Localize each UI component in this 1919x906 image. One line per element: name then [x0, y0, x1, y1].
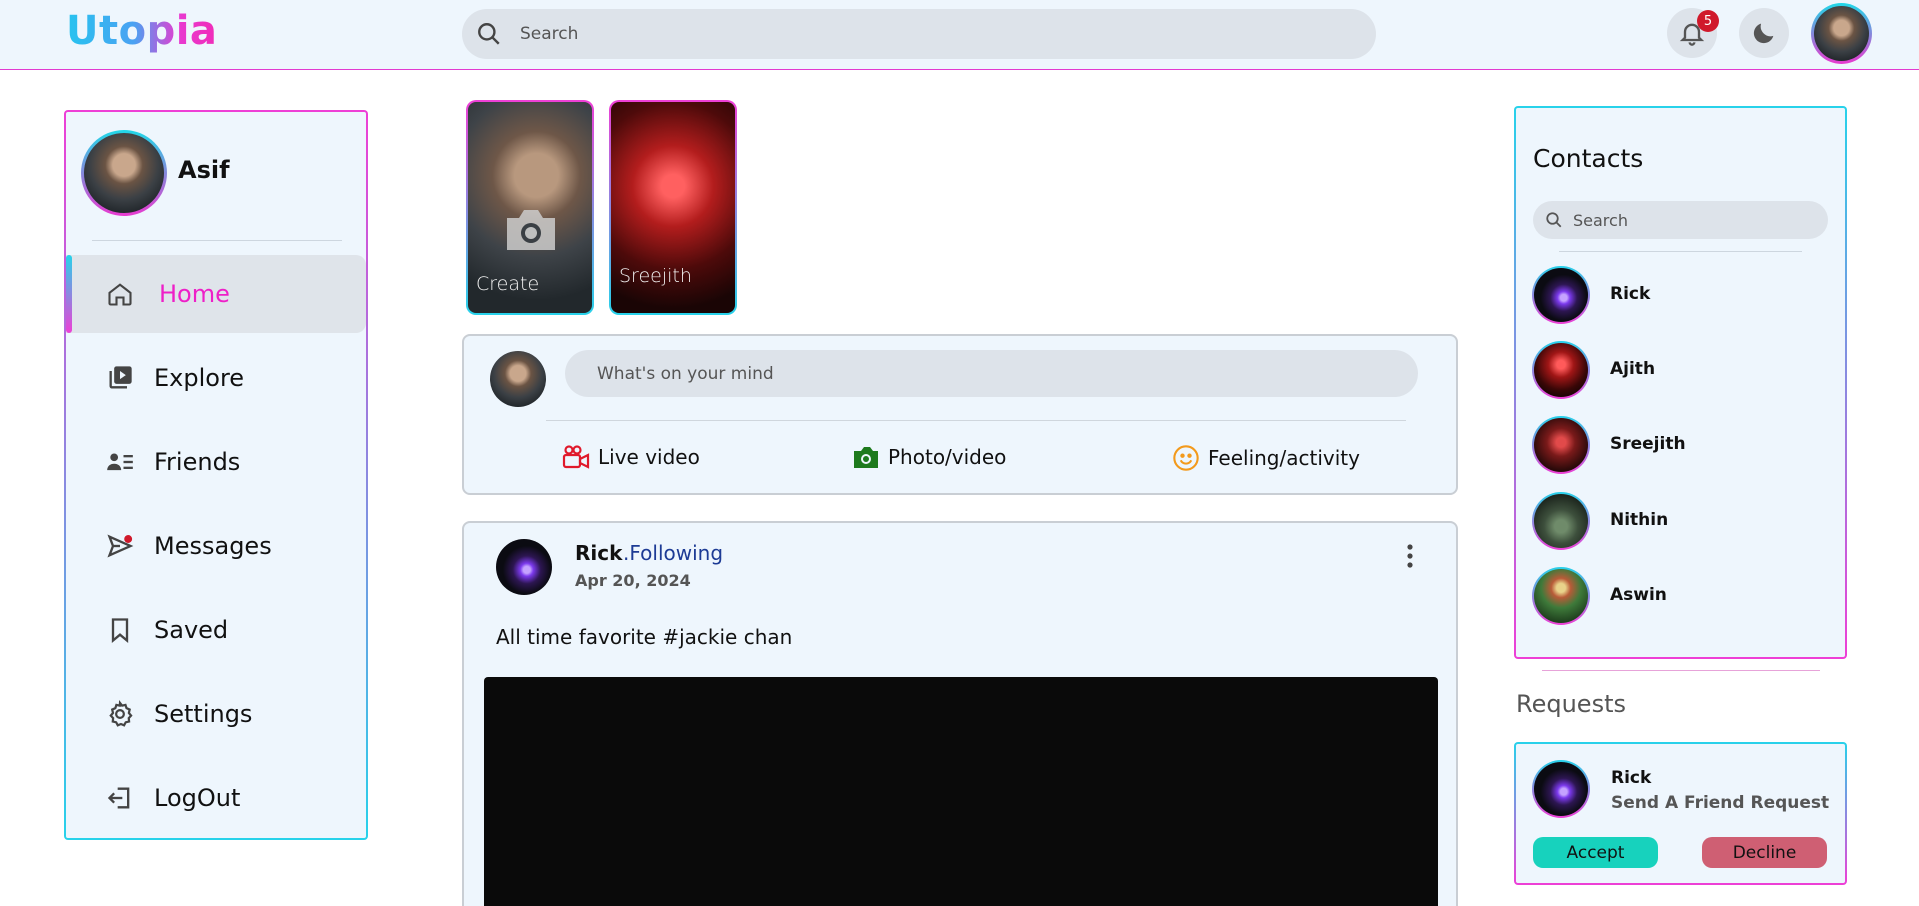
smile-icon	[1173, 445, 1199, 471]
sidebar-item-label: LogOut	[154, 784, 241, 812]
header-avatar[interactable]	[1811, 3, 1872, 64]
moon-icon	[1753, 23, 1774, 44]
top-search-bar[interactable]	[462, 9, 1376, 59]
sidebar-item-label: Messages	[154, 532, 272, 560]
sidebar-item-label: Friends	[154, 448, 241, 476]
search-icon	[1546, 212, 1562, 228]
photo-video-button[interactable]: Photo/video	[852, 444, 1006, 470]
contact-item[interactable]: Sreejith	[1532, 416, 1822, 474]
avatar-image	[1814, 6, 1869, 61]
more-options-icon[interactable]	[1398, 541, 1422, 571]
home-icon	[108, 283, 132, 306]
logout-icon	[107, 787, 130, 809]
request-avatar[interactable]	[1532, 760, 1590, 818]
post-video[interactable]	[484, 677, 1438, 906]
sidebar-item-settings[interactable]: Settings	[66, 675, 366, 753]
contact-name: Nithin	[1610, 510, 1669, 530]
feeling-activity-button[interactable]: Feeling/activity	[1172, 444, 1360, 472]
contacts-search-bar[interactable]	[1533, 201, 1828, 239]
requests-divider	[1542, 670, 1820, 671]
left-sidebar: Asif Home Explore Friends Messages Saved…	[64, 110, 368, 840]
sidebar-divider	[92, 240, 342, 241]
post-text: All time favorite #jackie chan	[496, 625, 793, 649]
following-link[interactable]: .Following	[623, 541, 723, 565]
feed-post: Rick .Following Apr 20, 2024 All time fa…	[462, 521, 1458, 906]
contact-avatar	[1532, 567, 1590, 625]
profile-name[interactable]: Asif	[178, 156, 230, 184]
gear-icon	[109, 700, 133, 727]
contact-name: Sreejith	[1610, 434, 1686, 454]
notification-badge: 5	[1697, 10, 1719, 32]
contacts-title: Contacts	[1533, 144, 1644, 173]
decline-button[interactable]: Decline	[1702, 837, 1827, 868]
sidebar-item-home[interactable]: Home	[66, 255, 366, 333]
app-logo[interactable]: Utopia	[66, 8, 217, 54]
feeling-activity-label: Feeling/activity	[1208, 446, 1360, 470]
friend-request-card: Rick Send A Friend Request Accept Declin…	[1514, 742, 1847, 885]
theme-toggle-button[interactable]	[1739, 8, 1789, 58]
post-composer: Live video Photo/video Feeling/activity	[462, 334, 1458, 495]
contact-name: Rick	[1610, 284, 1651, 304]
search-icon	[478, 23, 500, 45]
accept-button[interactable]: Accept	[1533, 837, 1658, 868]
sidebar-item-label: Settings	[154, 700, 253, 728]
post-date: Apr 20, 2024	[575, 571, 691, 590]
composer-divider	[546, 420, 1406, 421]
top-search-input[interactable]	[520, 19, 1340, 49]
top-bar: Utopia 5	[0, 0, 1919, 70]
story-label: Create	[476, 273, 540, 295]
sidebar-item-label: Saved	[154, 616, 229, 644]
contact-name: Aswin	[1610, 585, 1667, 605]
request-name[interactable]: Rick	[1611, 768, 1651, 788]
avatar-image	[84, 133, 164, 213]
composer-avatar[interactable]	[490, 351, 546, 407]
post-author-avatar[interactable]	[496, 539, 552, 595]
contact-avatar	[1532, 266, 1590, 324]
live-video-button[interactable]: Live video	[562, 444, 700, 470]
camera-icon	[854, 447, 878, 468]
contact-item[interactable]: Nithin	[1532, 492, 1822, 550]
sidebar-item-label: Home	[159, 280, 230, 308]
notifications-button[interactable]: 5	[1667, 8, 1719, 58]
contacts-panel: Contacts Rick Ajith Sreejith Nithin Aswi…	[1514, 106, 1847, 659]
composer-input-wrap[interactable]	[565, 350, 1418, 397]
profile-avatar[interactable]	[81, 130, 167, 216]
bookmark-icon	[111, 618, 129, 643]
video-camera-icon	[562, 445, 590, 469]
live-video-label: Live video	[598, 445, 700, 469]
camera-icon	[507, 210, 555, 250]
sidebar-item-messages[interactable]: Messages	[66, 507, 366, 585]
contact-item[interactable]: Ajith	[1532, 341, 1822, 399]
story-label: Sreejith	[619, 265, 692, 287]
contact-item[interactable]: Rick	[1532, 266, 1822, 324]
sidebar-item-friends[interactable]: Friends	[66, 423, 366, 501]
story-create[interactable]: Create	[466, 100, 594, 315]
contact-item[interactable]: Aswin	[1532, 567, 1822, 625]
friends-icon	[107, 453, 133, 471]
contact-avatar	[1532, 492, 1590, 550]
sidebar-item-logout[interactable]: LogOut	[66, 759, 366, 837]
contacts-divider	[1559, 251, 1802, 252]
contact-avatar	[1532, 341, 1590, 399]
composer-input[interactable]	[597, 360, 1377, 388]
story-sreejith[interactable]: Sreejith	[609, 100, 737, 315]
contact-avatar	[1532, 416, 1590, 474]
requests-title: Requests	[1516, 690, 1626, 718]
sidebar-item-label: Explore	[154, 364, 245, 392]
request-subtitle: Send A Friend Request	[1611, 793, 1830, 813]
sidebar-item-explore[interactable]: Explore	[66, 339, 366, 417]
contact-name: Ajith	[1610, 359, 1656, 379]
contacts-search-input[interactable]	[1573, 208, 1813, 232]
messages-icon	[107, 534, 134, 558]
photo-video-label: Photo/video	[888, 445, 1007, 469]
post-author-name[interactable]: Rick	[575, 541, 622, 565]
explore-icon	[109, 366, 132, 389]
sidebar-item-saved[interactable]: Saved	[66, 591, 366, 669]
